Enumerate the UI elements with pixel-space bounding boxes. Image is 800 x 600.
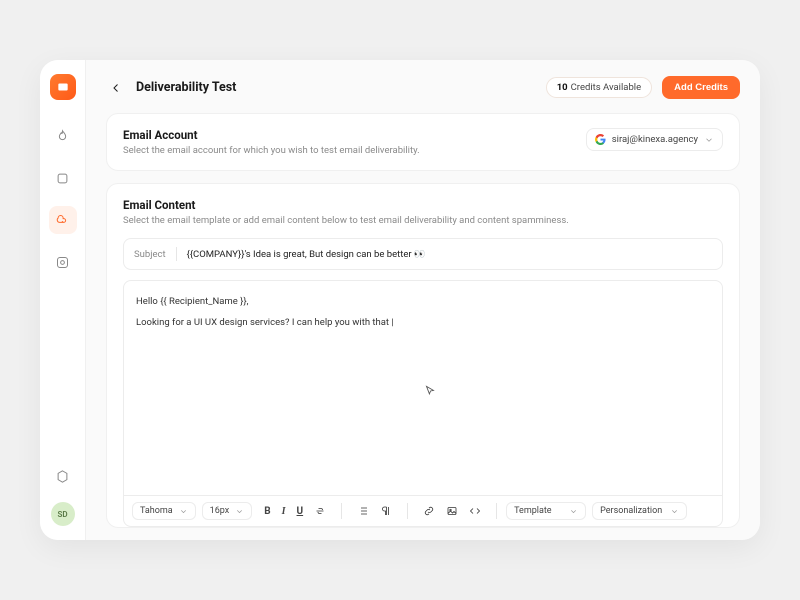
template-label: Template <box>514 506 551 516</box>
content-subtitle: Select the email template or add email c… <box>123 215 723 226</box>
editor-toolbar: Tahoma 16px B I U <box>124 495 722 526</box>
code-button[interactable] <box>467 503 483 519</box>
nav-item-analytics[interactable] <box>49 248 77 276</box>
chevron-down-icon <box>704 135 714 145</box>
account-select[interactable]: siraj@kinexa.agency <box>586 128 723 151</box>
nav-item-campaign[interactable] <box>49 164 77 192</box>
account-email: siraj@kinexa.agency <box>612 134 698 145</box>
list-button[interactable] <box>355 503 371 519</box>
subject-label: Subject <box>134 249 166 260</box>
personalization-label: Personalization <box>600 506 662 516</box>
main: Deliverability Test 10 Credits Available… <box>86 60 760 540</box>
subject-value: {{COMPANY}}'s Idea is great, But design … <box>187 249 426 260</box>
avatar[interactable]: SD <box>51 502 75 526</box>
sidebar: SD <box>40 60 86 540</box>
cursor-icon <box>423 384 437 398</box>
bold-button[interactable]: B <box>262 503 272 519</box>
paragraph-button[interactable] <box>378 503 394 519</box>
content-title: Email Content <box>123 198 723 212</box>
credits-label: Credits Available <box>571 82 642 93</box>
topbar: Deliverability Test 10 Credits Available… <box>106 76 740 99</box>
format-buttons: B I U <box>262 503 328 519</box>
size-value: 16px <box>210 506 230 516</box>
link-button[interactable] <box>421 503 437 519</box>
body-line-2: Looking for a UI UX design services? I c… <box>136 314 710 331</box>
app-logo[interactable] <box>50 74 76 100</box>
page-title: Deliverability Test <box>136 80 236 95</box>
italic-button[interactable]: I <box>280 503 288 519</box>
app-shell: SD Deliverability Test 10 Credits Availa… <box>40 60 760 540</box>
sidebar-bottom: SD <box>49 462 77 526</box>
editor: Hello {{ Recipient_Name }}, Looking for … <box>123 280 723 527</box>
credits-count: 10 <box>557 82 568 93</box>
chevron-down-icon <box>179 507 188 516</box>
strike-button[interactable] <box>312 503 328 519</box>
google-icon <box>595 134 606 145</box>
editor-body[interactable]: Hello {{ Recipient_Name }}, Looking for … <box>124 281 722 495</box>
font-value: Tahoma <box>140 506 173 516</box>
chevron-down-icon <box>235 507 244 516</box>
insert-buttons <box>421 503 483 519</box>
divider <box>176 247 177 261</box>
chevron-down-icon <box>569 507 578 516</box>
image-button[interactable] <box>444 503 460 519</box>
nav-item-warmup[interactable] <box>49 122 77 150</box>
size-select[interactable]: 16px <box>202 502 253 520</box>
subject-field[interactable]: Subject {{COMPANY}}'s Idea is great, But… <box>123 238 723 270</box>
chevron-down-icon <box>670 507 679 516</box>
credits-badge: 10 Credits Available <box>546 77 652 98</box>
email-account-card: Email Account Select the email account f… <box>106 113 740 171</box>
email-content-card: Email Content Select the email template … <box>106 183 740 528</box>
account-title: Email Account <box>123 128 420 142</box>
nav-item-settings[interactable] <box>49 462 77 490</box>
nav-item-deliverability[interactable] <box>49 206 77 234</box>
nav-items <box>49 122 77 276</box>
template-select[interactable]: Template <box>506 502 586 520</box>
list-buttons <box>355 503 394 519</box>
underline-button[interactable]: U <box>295 503 306 519</box>
account-subtitle: Select the email account for which you w… <box>123 145 420 156</box>
back-button[interactable] <box>106 78 126 98</box>
body-line-1: Hello {{ Recipient_Name }}, <box>136 293 710 310</box>
add-credits-button[interactable]: Add Credits <box>662 76 740 99</box>
personalization-select[interactable]: Personalization <box>592 502 687 520</box>
font-select[interactable]: Tahoma <box>132 502 196 520</box>
